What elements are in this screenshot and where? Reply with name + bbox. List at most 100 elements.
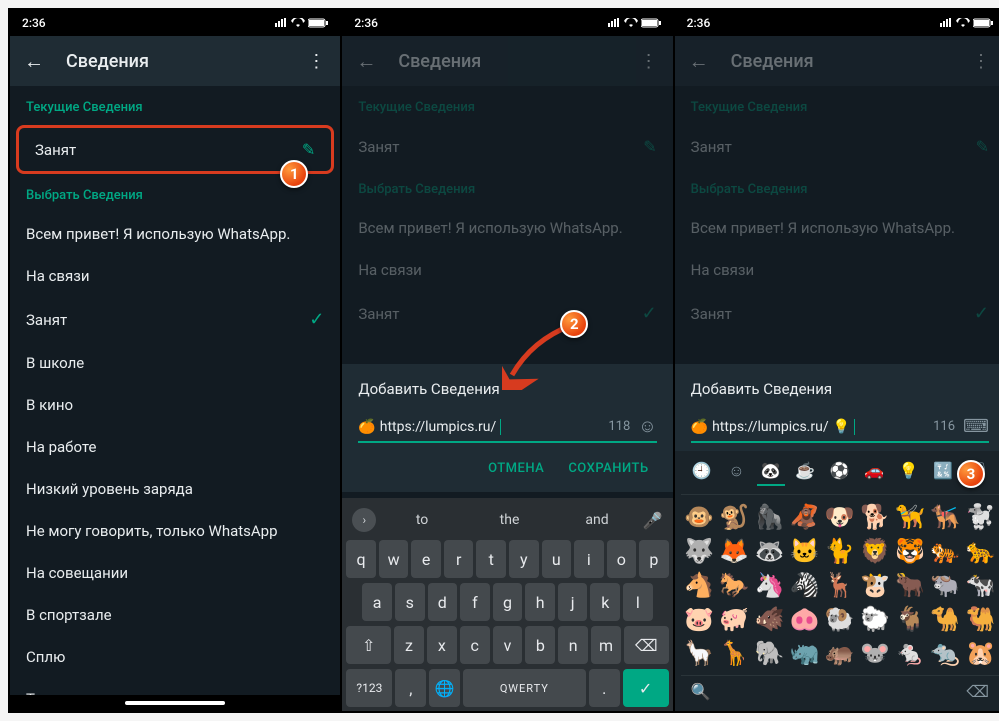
emoji-item[interactable]: 🦝 [753,535,786,567]
emoji-item[interactable]: 🐴 [683,569,716,601]
emoji-item[interactable]: 🦒 [718,637,751,669]
emoji-item[interactable]: 🦙 [683,637,716,669]
emoji-item[interactable]: 🦛 [823,637,856,669]
status-option[interactable]: Низкий уровень заряда [10,468,340,510]
emoji-item[interactable]: 🐷 [683,603,716,635]
status-input[interactable]: 🍊 https://lumpics.ru/ 💡 116 ⌨ [691,416,989,443]
emoji-tab-recent[interactable]: 🕘 [688,461,716,486]
emoji-item[interactable]: 🐎 [718,569,751,601]
emoji-item[interactable]: 🐕‍🦺 [929,501,962,533]
emoji-item[interactable]: 🐱 [788,535,821,567]
emoji-item[interactable]: 🦏 [788,637,821,669]
emoji-item[interactable]: 🐕 [858,501,891,533]
appbar: ← Сведения ⋮ [10,36,340,86]
emoji-item[interactable]: 🐩 [964,501,997,533]
save-button[interactable]: СОХРАНИТЬ [568,461,648,476]
status-option[interactable]: В школе [10,342,340,384]
emoji-item[interactable]: 🐖 [718,603,751,635]
emoji-item[interactable]: 🦌 [823,569,856,601]
backspace-key[interactable]: ⌫ [624,626,669,664]
emoji-item[interactable]: 🐺 [683,535,716,567]
emoji-tab-objects[interactable]: 💡 [895,461,923,486]
edit-icon[interactable]: ✎ [302,140,315,159]
status-option[interactable]: Только экстренные звонки [10,678,340,695]
emoji-item[interactable]: 🐄 [964,569,997,601]
emoji-tab-travel[interactable]: 🚗 [860,461,888,486]
emoji-item[interactable]: 🐯 [894,535,927,567]
emoji-item[interactable]: 🐂 [894,569,927,601]
space-key[interactable]: QWERTY [463,669,586,707]
emoji-item[interactable]: 🦓 [788,569,821,601]
annotation-badge-3: 3 [957,460,985,488]
emoji-item[interactable]: 🐵 [683,501,716,533]
emoji-picker[interactable]: 🕘 ☺ 🐼 ☕ ⚽ 🚗 💡 🔣 🏳 🐵🐒🦍🦧🐶🐕🦮🐕‍🦺🐩🐺🦊🦝🐱🐈🦁🐯🐅🐆🐴🐎… [675,451,999,711]
keyboard[interactable]: › to the and 🎤 qwertyuiop asdfghjkl ⇧ zx… [342,498,672,711]
status-option[interactable]: На работе [10,426,340,468]
keyboard-icon[interactable]: ⌨ [963,416,989,437]
emoji-item[interactable]: 🦊 [718,535,751,567]
emoji-item[interactable]: 🐭 [858,637,891,669]
statusbar-time: 2:36 [354,16,378,30]
enter-key[interactable]: ✓ [623,669,669,707]
emoji-item[interactable]: 🦮 [894,501,927,533]
statusbar: 2:36 [342,10,672,36]
symbols-key[interactable]: ?123 [346,669,392,707]
emoji-item[interactable]: 🐆 [964,535,997,567]
input-emoji: 🍊 [358,419,375,435]
menu-icon[interactable]: ⋮ [300,45,332,77]
emoji-item[interactable]: 🐁 [894,637,927,669]
status-option[interactable]: В спортзале [10,594,340,636]
emoji-tab-activity[interactable]: ⚽ [826,461,854,486]
mic-icon[interactable]: 🎤 [643,511,663,530]
menu-icon[interactable]: ⋮ [633,45,665,77]
status-option[interactable]: Сплю [10,636,340,678]
emoji-item[interactable]: 🐒 [718,501,751,533]
emoji-item[interactable]: 🐀 [929,637,962,669]
back-icon[interactable]: ← [18,45,50,77]
search-icon[interactable]: 🔍 [691,682,711,701]
emoji-item[interactable]: 🐮 [858,569,891,601]
back-icon[interactable]: ← [350,45,382,77]
emoji-item[interactable]: 🐘 [753,637,786,669]
emoji-item[interactable]: 🦍 [753,501,786,533]
dialog-title: Добавить Сведения [691,380,989,398]
back-icon[interactable]: ← [683,45,715,77]
emoji-item[interactable]: 🐑 [858,603,891,635]
emoji-item[interactable]: 🐫 [964,603,997,635]
status-option[interactable]: Занят✓ [10,297,340,342]
emoji-tab-symbols[interactable]: 🔣 [929,461,957,486]
cancel-button[interactable]: ОТМЕНА [488,461,544,476]
emoji-item[interactable]: 🦧 [788,501,821,533]
emoji-item[interactable]: 🦄 [753,569,786,601]
status-option[interactable]: На связи [10,255,340,297]
chevron-right-icon[interactable]: › [352,508,376,532]
status-option[interactable]: На совещании [10,552,340,594]
suggestion[interactable]: the [468,512,551,528]
emoji-item[interactable]: 🐐 [894,603,927,635]
emoji-tab-food[interactable]: ☕ [791,461,819,486]
status-option[interactable]: Не могу говорить, только WhatsApp [10,510,340,552]
emoji-item[interactable]: 🐪 [929,603,962,635]
key[interactable]: q [346,540,376,578]
emoji-item[interactable]: 🐃 [929,569,962,601]
status-input[interactable]: 🍊 https://lumpics.ru/ 118 ☺ [358,416,656,443]
suggestion[interactable]: to [380,512,463,528]
lang-key[interactable]: 🌐 [429,669,460,707]
emoji-item[interactable]: 🐶 [823,501,856,533]
emoji-item[interactable]: 🐅 [929,535,962,567]
emoji-tab-animals[interactable]: 🐼 [757,461,785,486]
shift-key[interactable]: ⇧ [346,626,391,664]
emoji-item[interactable]: 🐽 [788,603,821,635]
emoji-item[interactable]: 🐗 [753,603,786,635]
emoji-item[interactable]: 🐈 [823,535,856,567]
emoji-item[interactable]: 🐹 [964,637,997,669]
emoji-tab-smileys[interactable]: ☺ [722,461,750,486]
status-option[interactable]: Всем привет! Я использую WhatsApp. [10,213,340,255]
suggestion[interactable]: and [555,512,638,528]
menu-icon[interactable]: ⋮ [965,45,997,77]
emoji-icon[interactable]: ☺ [638,416,656,437]
status-option[interactable]: В кино [10,384,340,426]
emoji-item[interactable]: 🦁 [858,535,891,567]
backspace-icon[interactable]: ⌫ [966,682,989,701]
emoji-item[interactable]: 🐏 [823,603,856,635]
